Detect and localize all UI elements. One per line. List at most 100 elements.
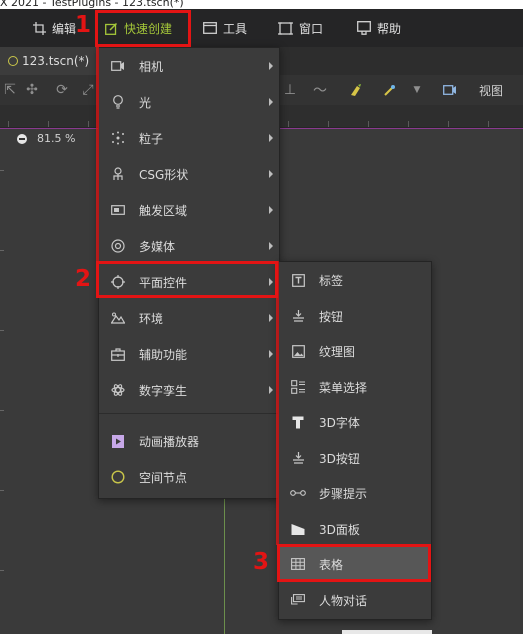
menu-item-environment[interactable]: 环境 (99, 300, 279, 336)
submenu-arrow-icon (269, 98, 273, 106)
bone-tool-icon[interactable] (378, 75, 400, 105)
help-doc-icon (357, 21, 371, 35)
menu-item-digital-twin[interactable]: 数字孪生 (99, 372, 279, 408)
ruler-tick (0, 490, 4, 491)
menu-edit[interactable]: 编辑 (33, 18, 76, 38)
submenu-item-texture[interactable]: 纹理图 (279, 333, 431, 369)
csg-icon (109, 165, 127, 183)
submenu-arrow-icon (269, 206, 273, 214)
menu-item-accessibility[interactable]: 辅助功能 (99, 336, 279, 372)
annotation-number-2: 2 (75, 266, 92, 292)
ruler-tick (0, 170, 4, 171)
submenu-arrow-icon (269, 386, 273, 394)
submenu-arrow-icon (269, 170, 273, 178)
atom-icon (109, 381, 127, 399)
ruler-tick (8, 121, 9, 127)
submenu-item-menu-select[interactable]: 菜单选择 (279, 369, 431, 405)
rotate-icon[interactable]: ⟳ (52, 75, 72, 105)
ruler-tick (448, 121, 449, 127)
menu-help[interactable]: 帮助 (357, 18, 401, 38)
window-title-bar: X 2021 - TestPlugins - 123.tscn(*) (0, 0, 523, 9)
ruler-tick (0, 570, 4, 571)
submenu-arrow-icon (269, 278, 273, 286)
particles-icon (109, 129, 127, 147)
menu-window[interactable]: 窗口 (278, 18, 323, 38)
animation-player-icon (109, 432, 127, 450)
menu-separator (99, 413, 279, 414)
move-icon[interactable]: ✣ (22, 75, 42, 105)
view-menu-button[interactable]: 视图 (475, 75, 507, 105)
menu-item-multimedia[interactable]: 多媒体 (99, 228, 279, 264)
ruler-tick (288, 121, 289, 127)
crop-icon (33, 21, 46, 35)
menu-item-light[interactable]: 光 (99, 84, 279, 120)
submenu-item-dialog[interactable]: 人物对话 (279, 582, 431, 618)
submenu-item-3d-button[interactable]: 3D按钮 (279, 440, 431, 476)
scale-icon[interactable]: ⤢ (78, 75, 98, 105)
menu-item-camera[interactable]: 相机 (99, 48, 279, 84)
ruler-tick (88, 121, 89, 127)
window-title: X 2021 - TestPlugins - 123.tscn(*) (0, 0, 184, 9)
steps-icon (289, 484, 307, 502)
bulb-icon (109, 93, 127, 111)
ruler-tick (48, 121, 49, 127)
status-strip (342, 630, 432, 634)
plane-control-submenu: 标签 按钮 纹理图 菜单选择 3D字体 3D按钮 步骤提示 3D面板 表格 人物… (278, 261, 432, 620)
menu-item-particles[interactable]: 粒子 (99, 120, 279, 156)
submenu-item-label[interactable]: 标签 (279, 262, 431, 298)
texture-icon (289, 342, 307, 360)
ruler-tick (488, 121, 489, 127)
submenu-item-3d-text[interactable]: 3D字体 (279, 404, 431, 440)
dialog-icon (289, 591, 307, 609)
menu-item-trigger-area[interactable]: 触发区域 (99, 192, 279, 228)
dropdown-arrow-icon[interactable]: ▼ (410, 75, 424, 105)
camera-preview-icon[interactable] (442, 75, 458, 105)
media-icon (109, 237, 127, 255)
canvas-axis-line (224, 496, 225, 634)
brush-icon[interactable] (345, 75, 367, 105)
annotation-number-1: 1 (75, 12, 92, 38)
submenu-item-table[interactable]: 表格 (279, 546, 431, 582)
window-icon (203, 22, 217, 34)
environment-icon (109, 309, 127, 327)
menu-quick-create[interactable]: 快速创建 (105, 18, 172, 38)
plane-control-icon (109, 273, 127, 291)
table-icon (289, 555, 307, 573)
select-arrow-icon[interactable]: ⇱ (0, 75, 20, 105)
submenu-arrow-icon (269, 314, 273, 322)
ruler-tick (0, 250, 4, 251)
submenu-item-3d-panel[interactable]: 3D面板 (279, 511, 431, 547)
ruler-tick (408, 121, 409, 127)
trigger-icon (109, 201, 127, 219)
menu-tools[interactable]: 工具 (203, 18, 247, 38)
toolbox-icon (109, 345, 127, 363)
quick-create-menu: 相机 光 粒子 CSG形状 触发区域 多媒体 平面控件 环境 辅助功能 数字孪生… (98, 47, 280, 499)
submenu-arrow-icon (269, 62, 273, 70)
ruler-tick (368, 121, 369, 127)
button-3d-icon (289, 449, 307, 467)
ruler-tick (328, 121, 329, 127)
frame-icon (278, 21, 293, 36)
label-icon (289, 271, 307, 289)
annotation-number-3: 3 (253, 549, 270, 575)
snap-icon[interactable]: ⊥ (280, 75, 300, 105)
spatial-node-icon (109, 468, 127, 486)
menu-item-animation-player[interactable]: 动画播放器 (99, 423, 279, 459)
scene-tab-ring-icon (8, 56, 18, 66)
submenu-item-step-hint[interactable]: 步骤提示 (279, 475, 431, 511)
menu-item-plane-control[interactable]: 平面控件 (99, 264, 279, 300)
menu-item-csg-shape[interactable]: CSG形状 (99, 156, 279, 192)
submenu-arrow-icon (269, 350, 273, 358)
camera-icon (109, 57, 127, 75)
panel-3d-icon (289, 520, 307, 538)
scene-tab[interactable]: 123.tscn(*) (0, 47, 100, 75)
menu-item-spatial-node[interactable]: 空间节点 (99, 459, 279, 495)
edit-square-icon (105, 22, 118, 35)
ruler-tick (0, 330, 4, 331)
submenu-item-button[interactable]: 按钮 (279, 298, 431, 334)
zoom-out-icon[interactable] (17, 133, 27, 144)
text-3d-icon (289, 413, 307, 431)
lasso-icon[interactable]: 〜 (310, 75, 330, 105)
submenu-arrow-icon (269, 134, 273, 142)
zoom-indicator: 81.5 % (17, 132, 75, 145)
